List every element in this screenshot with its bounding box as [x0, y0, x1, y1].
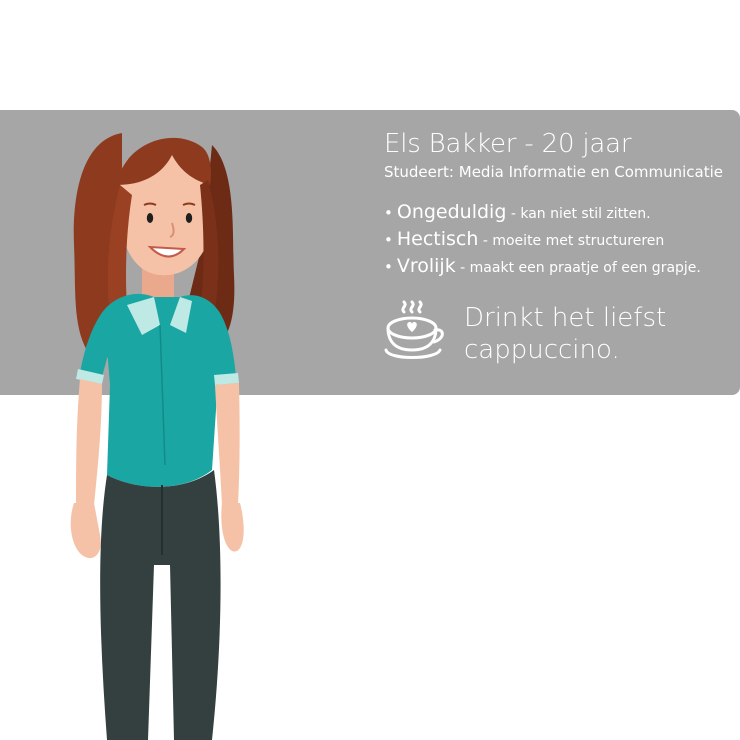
trait-list: • Ongeduldig - kan niet stil zitten. • Hec…: [384, 200, 734, 281]
bullet-icon: •: [384, 231, 393, 249]
trait-title: Vrolijk: [396, 255, 456, 277]
bullet-icon: •: [384, 258, 393, 276]
drink-text: Drinkt het liefst cappuccino.: [464, 303, 667, 365]
persona-illustration: [70, 133, 244, 740]
persona-text-block: Els Bakker - 20 jaar Studeert: Media Inf…: [384, 128, 734, 281]
persona-study: Studeert: Media Informatie en Communicat…: [384, 163, 723, 181]
trait-title: Ongeduldig: [396, 201, 507, 223]
trait-item: • Ongeduldig - kan niet stil zitten.: [384, 200, 734, 227]
trait-description: - maakt een praatje of een grapje.: [455, 260, 701, 276]
cappuccino-cup-icon: [384, 300, 444, 359]
persona-page: Els Bakker - 20 jaar Studeert: Media Inf…: [0, 0, 740, 740]
persona-name: Els Bakker - 20 jaar: [384, 129, 632, 159]
trait-item: • Vrolijk - maakt een praatje of een grap…: [384, 254, 734, 281]
trait-title: Hectisch: [396, 228, 479, 250]
trait-description: - moeite met structureren: [478, 233, 665, 249]
drink-preference: Drinkt het liefst cappuccino.: [384, 300, 684, 366]
bullet-icon: •: [384, 204, 393, 222]
trait-description: - kan niet stil zitten.: [506, 206, 651, 222]
trait-item: • Hectisch - moeite met structureren: [384, 227, 734, 254]
